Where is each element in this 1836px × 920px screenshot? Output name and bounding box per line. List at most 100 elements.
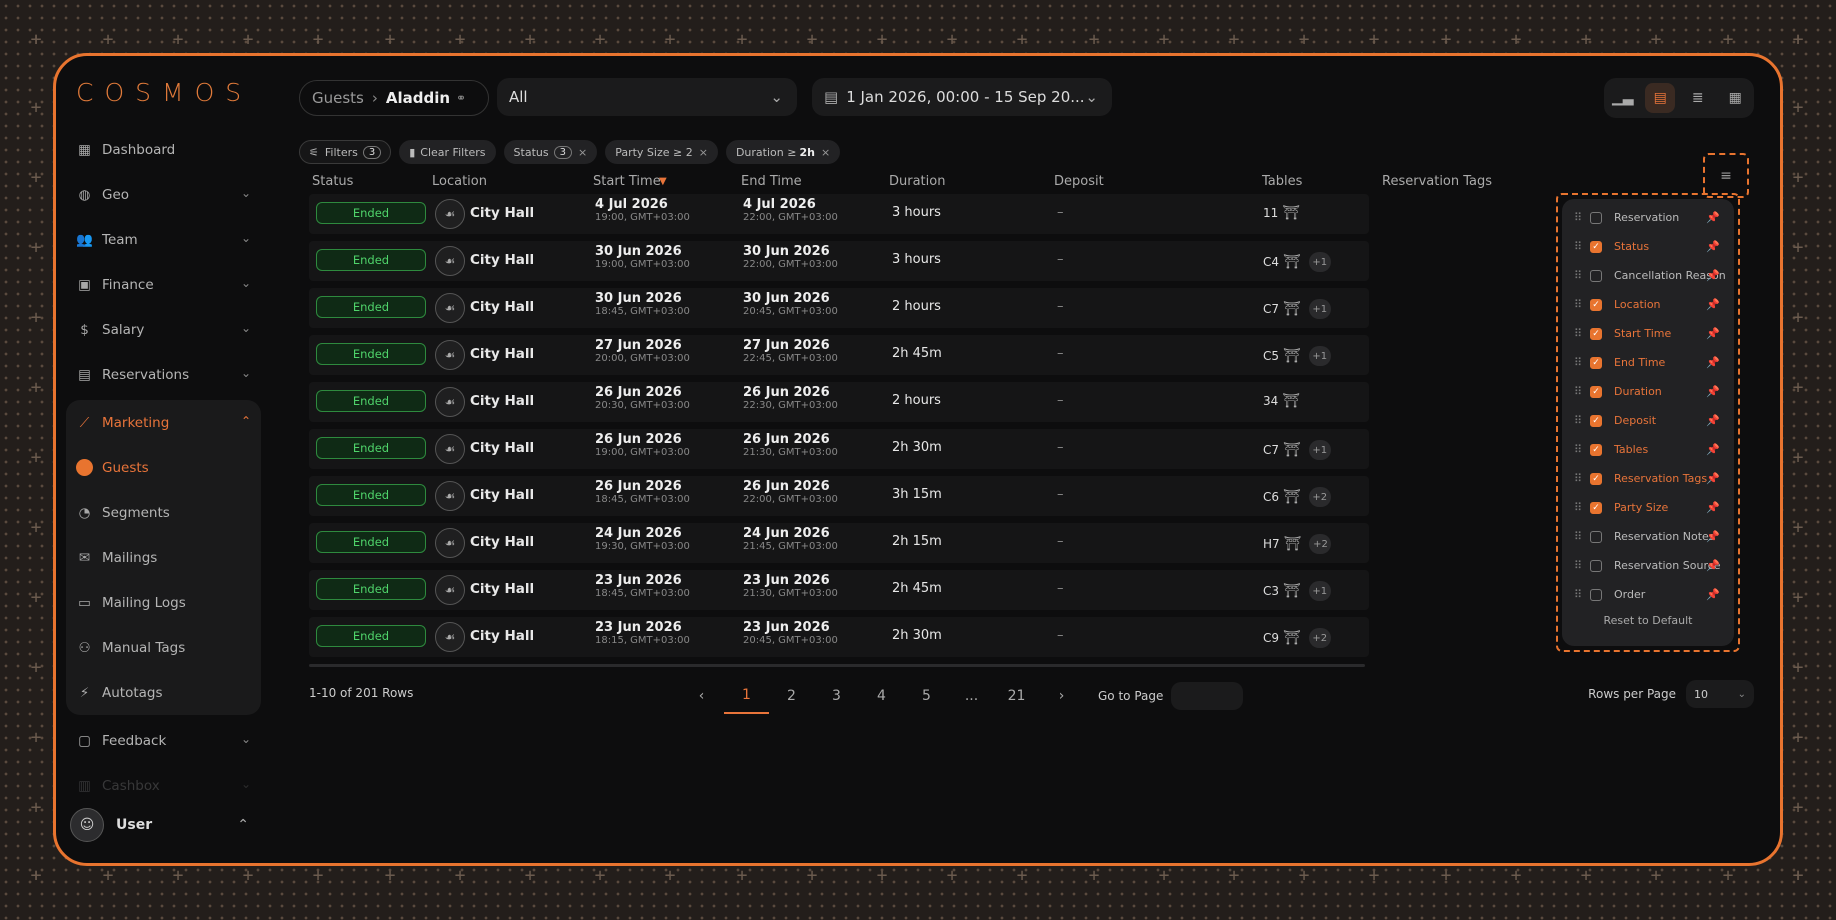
- chart-view-button[interactable]: ▁▃: [1608, 83, 1638, 113]
- sidebar-item-feedback[interactable]: ▢ Feedback ⌄: [66, 718, 261, 763]
- checkbox[interactable]: [1590, 211, 1602, 224]
- column-option[interactable]: ⠿ Cancellation Reason 📌: [1562, 261, 1734, 290]
- pin-icon[interactable]: 📌: [1706, 356, 1720, 369]
- list-view-button[interactable]: ≣: [1683, 83, 1713, 113]
- sidebar-item-marketing[interactable]: ⟋ Marketing ⌃: [66, 400, 261, 445]
- drag-handle-icon[interactable]: ⠿: [1574, 414, 1584, 427]
- pin-icon[interactable]: 📌: [1706, 530, 1720, 543]
- drag-handle-icon[interactable]: ⠿: [1574, 211, 1584, 224]
- column-option[interactable]: ⠿ Reservation Notes 📌: [1562, 522, 1734, 551]
- col-location[interactable]: Location: [432, 174, 487, 189]
- drag-handle-icon[interactable]: ⠿: [1574, 530, 1584, 543]
- link-icon[interactable]: ⚭: [456, 91, 466, 105]
- column-option[interactable]: ⠿ ✓ Deposit 📌: [1562, 406, 1734, 435]
- drag-handle-icon[interactable]: ⠿: [1574, 298, 1584, 311]
- duration-filter-chip[interactable]: Duration ≥ 2h ×: [725, 140, 841, 164]
- pin-icon[interactable]: 📌: [1706, 385, 1720, 398]
- page-button[interactable]: 2: [769, 678, 814, 714]
- sidebar-item-cashbox[interactable]: ▥ Cashbox ⌄: [66, 763, 261, 808]
- drag-handle-icon[interactable]: ⠿: [1574, 472, 1584, 485]
- sidebar-item-mailings[interactable]: ✉ Mailings: [66, 535, 261, 580]
- close-icon[interactable]: ×: [821, 146, 830, 159]
- schedule-view-button[interactable]: ▦: [1720, 83, 1750, 113]
- filters-button[interactable]: ⚟ Filters 3: [299, 140, 392, 164]
- pin-icon[interactable]: 📌: [1706, 327, 1720, 340]
- pin-icon[interactable]: 📌: [1706, 298, 1720, 311]
- col-end-time[interactable]: End Time: [741, 174, 802, 189]
- table-row[interactable]: Ended ☙ City Hall 26 Jun 2026 18:45, GMT+03:…: [309, 476, 1369, 516]
- column-option[interactable]: ⠿ Order 📌: [1562, 580, 1734, 609]
- drag-handle-icon[interactable]: ⠿: [1574, 356, 1584, 369]
- drag-handle-icon[interactable]: ⠿: [1574, 588, 1584, 601]
- sidebar-item-reservations[interactable]: ▤ Reservations ⌄: [66, 352, 261, 397]
- checkbox[interactable]: [1590, 269, 1602, 282]
- goto-page-input[interactable]: [1171, 682, 1244, 710]
- sidebar-item-segments[interactable]: ◔ Segments: [66, 490, 261, 535]
- breadcrumb-parent[interactable]: Guests: [312, 89, 364, 107]
- sidebar-item-mailing-logs[interactable]: ▭ Mailing Logs: [66, 580, 261, 625]
- clear-filters-button[interactable]: ▮ Clear Filters: [399, 140, 496, 164]
- checkbox[interactable]: ✓: [1590, 414, 1602, 427]
- column-option[interactable]: ⠿ Reservation 📌: [1562, 203, 1734, 232]
- sidebar-item-dashboard[interactable]: ▦ Dashboard: [66, 127, 261, 172]
- pin-icon[interactable]: 📌: [1706, 211, 1720, 224]
- page-button[interactable]: 1: [724, 678, 769, 714]
- page-button[interactable]: 3: [814, 678, 859, 714]
- table-row[interactable]: Ended ☙ City Hall 30 Jun 2026 19:00, GMT+03:…: [309, 241, 1369, 281]
- column-option[interactable]: ⠿ ✓ Reservation Tags 📌: [1562, 464, 1734, 493]
- col-tables[interactable]: Tables: [1262, 174, 1302, 189]
- column-settings-button[interactable]: ≡: [1703, 153, 1749, 198]
- sidebar-item-team[interactable]: 👥 Team ⌄: [66, 217, 261, 262]
- page-button[interactable]: 4: [859, 678, 904, 714]
- rows-per-page-select[interactable]: 10 ⌄: [1686, 680, 1754, 708]
- pin-icon[interactable]: 📌: [1706, 269, 1720, 282]
- checkbox[interactable]: ✓: [1590, 298, 1602, 311]
- checkbox[interactable]: ✓: [1590, 327, 1602, 340]
- sidebar-item-finance[interactable]: ▣ Finance ⌄: [66, 262, 261, 307]
- calendar-view-button[interactable]: ▤: [1645, 83, 1676, 113]
- table-row[interactable]: Ended ☙ City Hall 27 Jun 2026 20:00, GMT+03:…: [309, 335, 1369, 375]
- drag-handle-icon[interactable]: ⠿: [1574, 240, 1584, 253]
- table-row[interactable]: Ended ☙ City Hall 4 Jul 2026 19:00, GMT+03:0…: [309, 194, 1369, 234]
- table-row[interactable]: Ended ☙ City Hall 30 Jun 2026 18:45, GMT+03:…: [309, 288, 1369, 328]
- drag-handle-icon[interactable]: ⠿: [1574, 327, 1584, 340]
- pin-icon[interactable]: 📌: [1706, 559, 1720, 572]
- more-tables-badge[interactable]: +1: [1308, 299, 1331, 319]
- column-option[interactable]: ⠿ ✓ Start Time 📌: [1562, 319, 1734, 348]
- column-option[interactable]: ⠿ ✓ End Time 📌: [1562, 348, 1734, 377]
- checkbox[interactable]: ✓: [1590, 501, 1602, 514]
- table-row[interactable]: Ended ☙ City Hall 26 Jun 2026 20:30, GMT+03:…: [309, 382, 1369, 422]
- pin-icon[interactable]: 📌: [1706, 472, 1720, 485]
- date-range-picker[interactable]: ▤ 1 Jan 2026, 00:00 - 15 Sep 20... ⌄: [812, 78, 1112, 116]
- horizontal-scrollbar[interactable]: [309, 664, 1365, 667]
- checkbox[interactable]: [1590, 559, 1602, 572]
- column-option[interactable]: ⠿ ✓ Location 📌: [1562, 290, 1734, 319]
- more-tables-badge[interactable]: +1: [1308, 440, 1331, 460]
- sidebar-item-guests[interactable]: Guests: [66, 445, 261, 490]
- col-start-time[interactable]: Start Time: [593, 174, 661, 189]
- page-button[interactable]: 5: [904, 678, 949, 714]
- drag-handle-icon[interactable]: ⠿: [1574, 443, 1584, 456]
- column-option[interactable]: ⠿ ✓ Party Size 📌: [1562, 493, 1734, 522]
- column-option[interactable]: ⠿ ✓ Tables 📌: [1562, 435, 1734, 464]
- drag-handle-icon[interactable]: ⠿: [1574, 501, 1584, 514]
- table-row[interactable]: Ended ☙ City Hall 23 Jun 2026 18:15, GMT+03:…: [309, 617, 1369, 657]
- sidebar-item-autotags[interactable]: ⚡ Autotags: [66, 670, 261, 715]
- checkbox[interactable]: ✓: [1590, 472, 1602, 485]
- pin-icon[interactable]: 📌: [1706, 501, 1720, 514]
- column-option[interactable]: ⠿ ✓ Duration 📌: [1562, 377, 1734, 406]
- party-size-filter-chip[interactable]: Party Size ≥ 2 ×: [605, 140, 718, 164]
- prev-page-button[interactable]: ‹: [679, 678, 724, 714]
- more-tables-badge[interactable]: +1: [1308, 346, 1331, 366]
- sort-desc-icon[interactable]: ▼: [659, 176, 667, 187]
- more-tables-badge[interactable]: +2: [1309, 534, 1332, 554]
- sidebar-item-manual-tags[interactable]: ⚇ Manual Tags: [66, 625, 261, 670]
- more-tables-badge[interactable]: +2: [1308, 628, 1331, 648]
- close-icon[interactable]: ×: [578, 146, 587, 159]
- drag-handle-icon[interactable]: ⠿: [1574, 269, 1584, 282]
- reset-to-default-button[interactable]: Reset to Default: [1562, 614, 1734, 627]
- sidebar-item-geo[interactable]: ◍ Geo ⌄: [66, 172, 261, 217]
- guest-select[interactable]: All ⌄: [497, 78, 797, 116]
- pin-icon[interactable]: 📌: [1706, 443, 1720, 456]
- drag-handle-icon[interactable]: ⠿: [1574, 385, 1584, 398]
